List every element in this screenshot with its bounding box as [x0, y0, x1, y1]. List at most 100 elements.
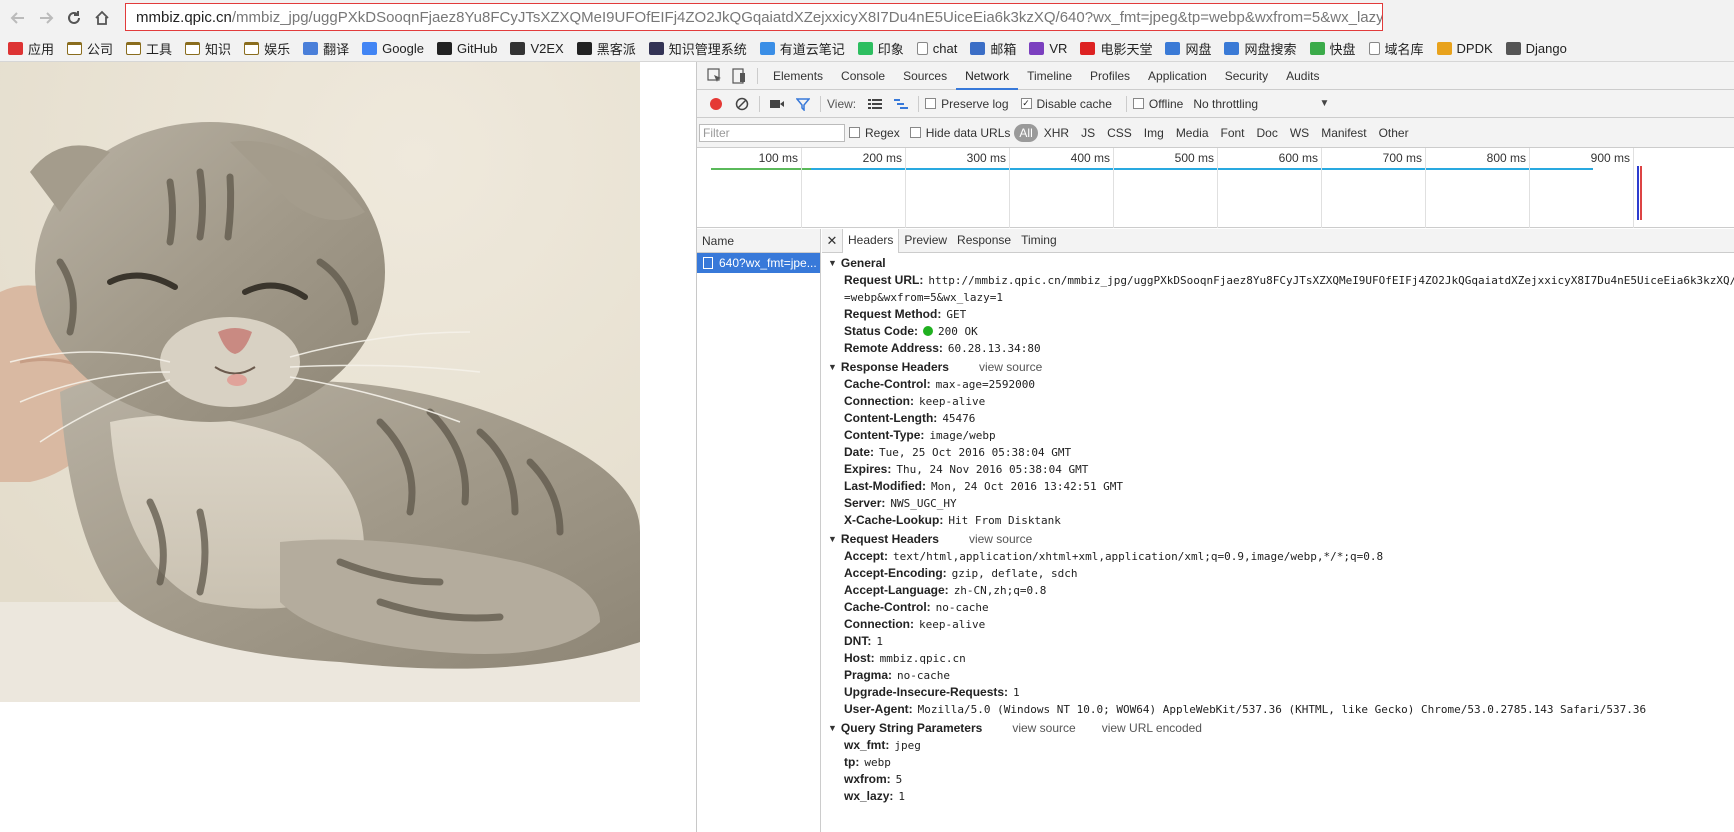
- timeline-tick-label: 700 ms: [1382, 151, 1422, 165]
- device-toolbar-button[interactable]: [727, 66, 751, 86]
- tab-security[interactable]: Security: [1216, 62, 1277, 90]
- view-url-encoded-link[interactable]: view URL encoded: [1102, 720, 1202, 737]
- filter-type-ws[interactable]: WS: [1284, 124, 1315, 142]
- bookmark-item[interactable]: Google: [362, 41, 424, 56]
- detail-tab-headers[interactable]: Headers: [842, 229, 900, 253]
- filter-type-doc[interactable]: Doc: [1251, 124, 1284, 142]
- filter-type-other[interactable]: Other: [1373, 124, 1415, 142]
- bookmark-item[interactable]: 娱乐: [244, 39, 290, 58]
- request-row[interactable]: 640?wx_fmt=jpe...: [697, 253, 820, 273]
- detail-tab-preview[interactable]: Preview: [899, 229, 952, 252]
- query-params-header[interactable]: ▼ Query String Parameters view source view …: [828, 720, 1734, 737]
- header-key: Accept-Encoding:: [844, 566, 947, 580]
- throttling-select[interactable]: No throttling ▼: [1193, 97, 1329, 111]
- filter-input[interactable]: [699, 123, 845, 142]
- inspect-element-button[interactable]: [703, 66, 727, 86]
- bookmark-item[interactable]: 应用: [8, 39, 54, 58]
- bookmark-item[interactable]: 邮箱: [970, 39, 1016, 58]
- response-header-row: Content-Length: 45476: [828, 410, 1734, 427]
- header-key: Cache-Control:: [844, 377, 931, 391]
- regex-checkbox[interactable]: [849, 127, 860, 138]
- filter-type-img[interactable]: Img: [1138, 124, 1170, 142]
- request-view-source-link[interactable]: view source: [969, 531, 1032, 548]
- tab-sources[interactable]: Sources: [894, 62, 956, 90]
- cat-photo: [0, 62, 640, 702]
- bookmark-item[interactable]: GitHub: [437, 41, 497, 56]
- filter-type-manifest[interactable]: Manifest: [1315, 124, 1372, 142]
- filter-type-js[interactable]: JS: [1075, 124, 1101, 142]
- bookmark-item[interactable]: 公司: [67, 39, 113, 58]
- tab-network[interactable]: Network: [956, 62, 1019, 90]
- bookmark-item[interactable]: 网盘: [1165, 39, 1211, 58]
- general-header[interactable]: ▼ General: [828, 255, 1734, 272]
- tab-profiles[interactable]: Profiles: [1081, 62, 1139, 90]
- detail-tab-timing[interactable]: Timing: [1016, 229, 1062, 252]
- large-rows-button[interactable]: [864, 98, 886, 110]
- preserve-log-checkbox[interactable]: [925, 98, 937, 109]
- network-toolbar: View: Preserve log ✓ Disable cache Offli…: [697, 90, 1734, 118]
- tab-application[interactable]: Application: [1139, 62, 1216, 90]
- search-cloud-icon: [1224, 42, 1240, 55]
- bookmark-item[interactable]: V2EX: [510, 41, 564, 56]
- capture-screenshots-button[interactable]: [766, 98, 788, 110]
- timeline-gridline: [801, 148, 802, 228]
- request-headers-header[interactable]: ▼ Request Headers view source: [828, 531, 1734, 548]
- tab-audits[interactable]: Audits: [1277, 62, 1328, 90]
- tab-console[interactable]: Console: [832, 62, 894, 90]
- bookmark-label: 黑客派: [596, 42, 636, 57]
- filter-toggle-button[interactable]: [792, 97, 814, 111]
- google-icon: [362, 42, 378, 55]
- bookmark-item[interactable]: 知识管理系统: [648, 39, 747, 58]
- clear-button[interactable]: [731, 97, 753, 111]
- header-key: Pragma:: [844, 668, 893, 682]
- hide-data-urls-checkbox[interactable]: [909, 127, 921, 138]
- forward-button[interactable]: [36, 8, 56, 28]
- bookmark-item[interactable]: 黑客派: [576, 39, 636, 58]
- timeline-tick-label: 100 ms: [758, 151, 798, 165]
- bookmark-item[interactable]: 知识: [185, 39, 231, 58]
- record-button[interactable]: [705, 97, 727, 111]
- offline-label: Offline: [1148, 96, 1184, 111]
- header-value: 1: [898, 790, 905, 803]
- home-button[interactable]: [92, 8, 112, 28]
- offline-checkbox[interactable]: [1132, 98, 1144, 109]
- bookmark-item[interactable]: VR: [1029, 41, 1067, 56]
- address-bar[interactable]: mmbiz.qpic.cn/mmbiz_jpg/uggPXkDSooqnFjae…: [125, 3, 1383, 31]
- filter-type-css[interactable]: CSS: [1101, 124, 1138, 142]
- detail-tab-response[interactable]: Response: [952, 229, 1016, 252]
- bookmark-item[interactable]: 有道云笔记: [759, 39, 845, 58]
- response-headers-header[interactable]: ▼ Response Headers view source: [828, 359, 1734, 376]
- bookmark-item[interactable]: Django: [1505, 41, 1567, 56]
- bookmark-item[interactable]: chat: [916, 41, 957, 56]
- bookmark-item[interactable]: 网盘搜索: [1224, 39, 1297, 58]
- disable-cache-checkbox[interactable]: ✓: [1020, 98, 1032, 109]
- bookmark-item[interactable]: 域名库: [1368, 39, 1424, 58]
- query-view-source-link[interactable]: view source: [1012, 720, 1075, 737]
- header-value: 1: [1013, 686, 1020, 699]
- header-value: Mozilla/5.0 (Windows NT 10.0; WOW64) App…: [917, 703, 1647, 716]
- tab-elements[interactable]: Elements: [764, 62, 832, 90]
- header-value: max-age=2592000: [935, 378, 1036, 391]
- bookmark-item[interactable]: 快盘: [1309, 39, 1356, 58]
- close-details-icon[interactable]: ✕: [822, 233, 842, 249]
- overview-button[interactable]: [890, 98, 912, 110]
- filter-type-xhr[interactable]: XHR: [1038, 124, 1075, 142]
- filter-type-all[interactable]: All: [1014, 123, 1038, 142]
- back-button[interactable]: [8, 8, 28, 28]
- request-header-row: User-Agent: Mozilla/5.0 (Windows NT 10.0;…: [828, 701, 1734, 718]
- tab-timeline[interactable]: Timeline: [1018, 62, 1081, 90]
- view-label: View:: [827, 96, 857, 111]
- bookmark-item[interactable]: 翻译: [303, 39, 349, 58]
- filter-type-media[interactable]: Media: [1170, 124, 1215, 142]
- filter-type-font[interactable]: Font: [1215, 124, 1251, 142]
- name-column-header[interactable]: Name: [697, 229, 820, 253]
- header-value: gzip, deflate, sdch: [951, 567, 1078, 580]
- network-overview-timeline: 100 ms 200 ms 300 ms 400 ms 500 ms 600 ms 700 …: [697, 148, 1734, 228]
- reload-button[interactable]: [64, 8, 84, 28]
- response-view-source-link[interactable]: view source: [979, 359, 1042, 376]
- bookmark-item[interactable]: 电影天堂: [1080, 39, 1152, 58]
- bookmark-item[interactable]: 工具: [126, 39, 172, 58]
- bookmark-item[interactable]: 印象: [857, 39, 904, 58]
- bookmark-item[interactable]: DPDK: [1436, 41, 1493, 56]
- bookmark-label: 邮箱: [990, 42, 1017, 57]
